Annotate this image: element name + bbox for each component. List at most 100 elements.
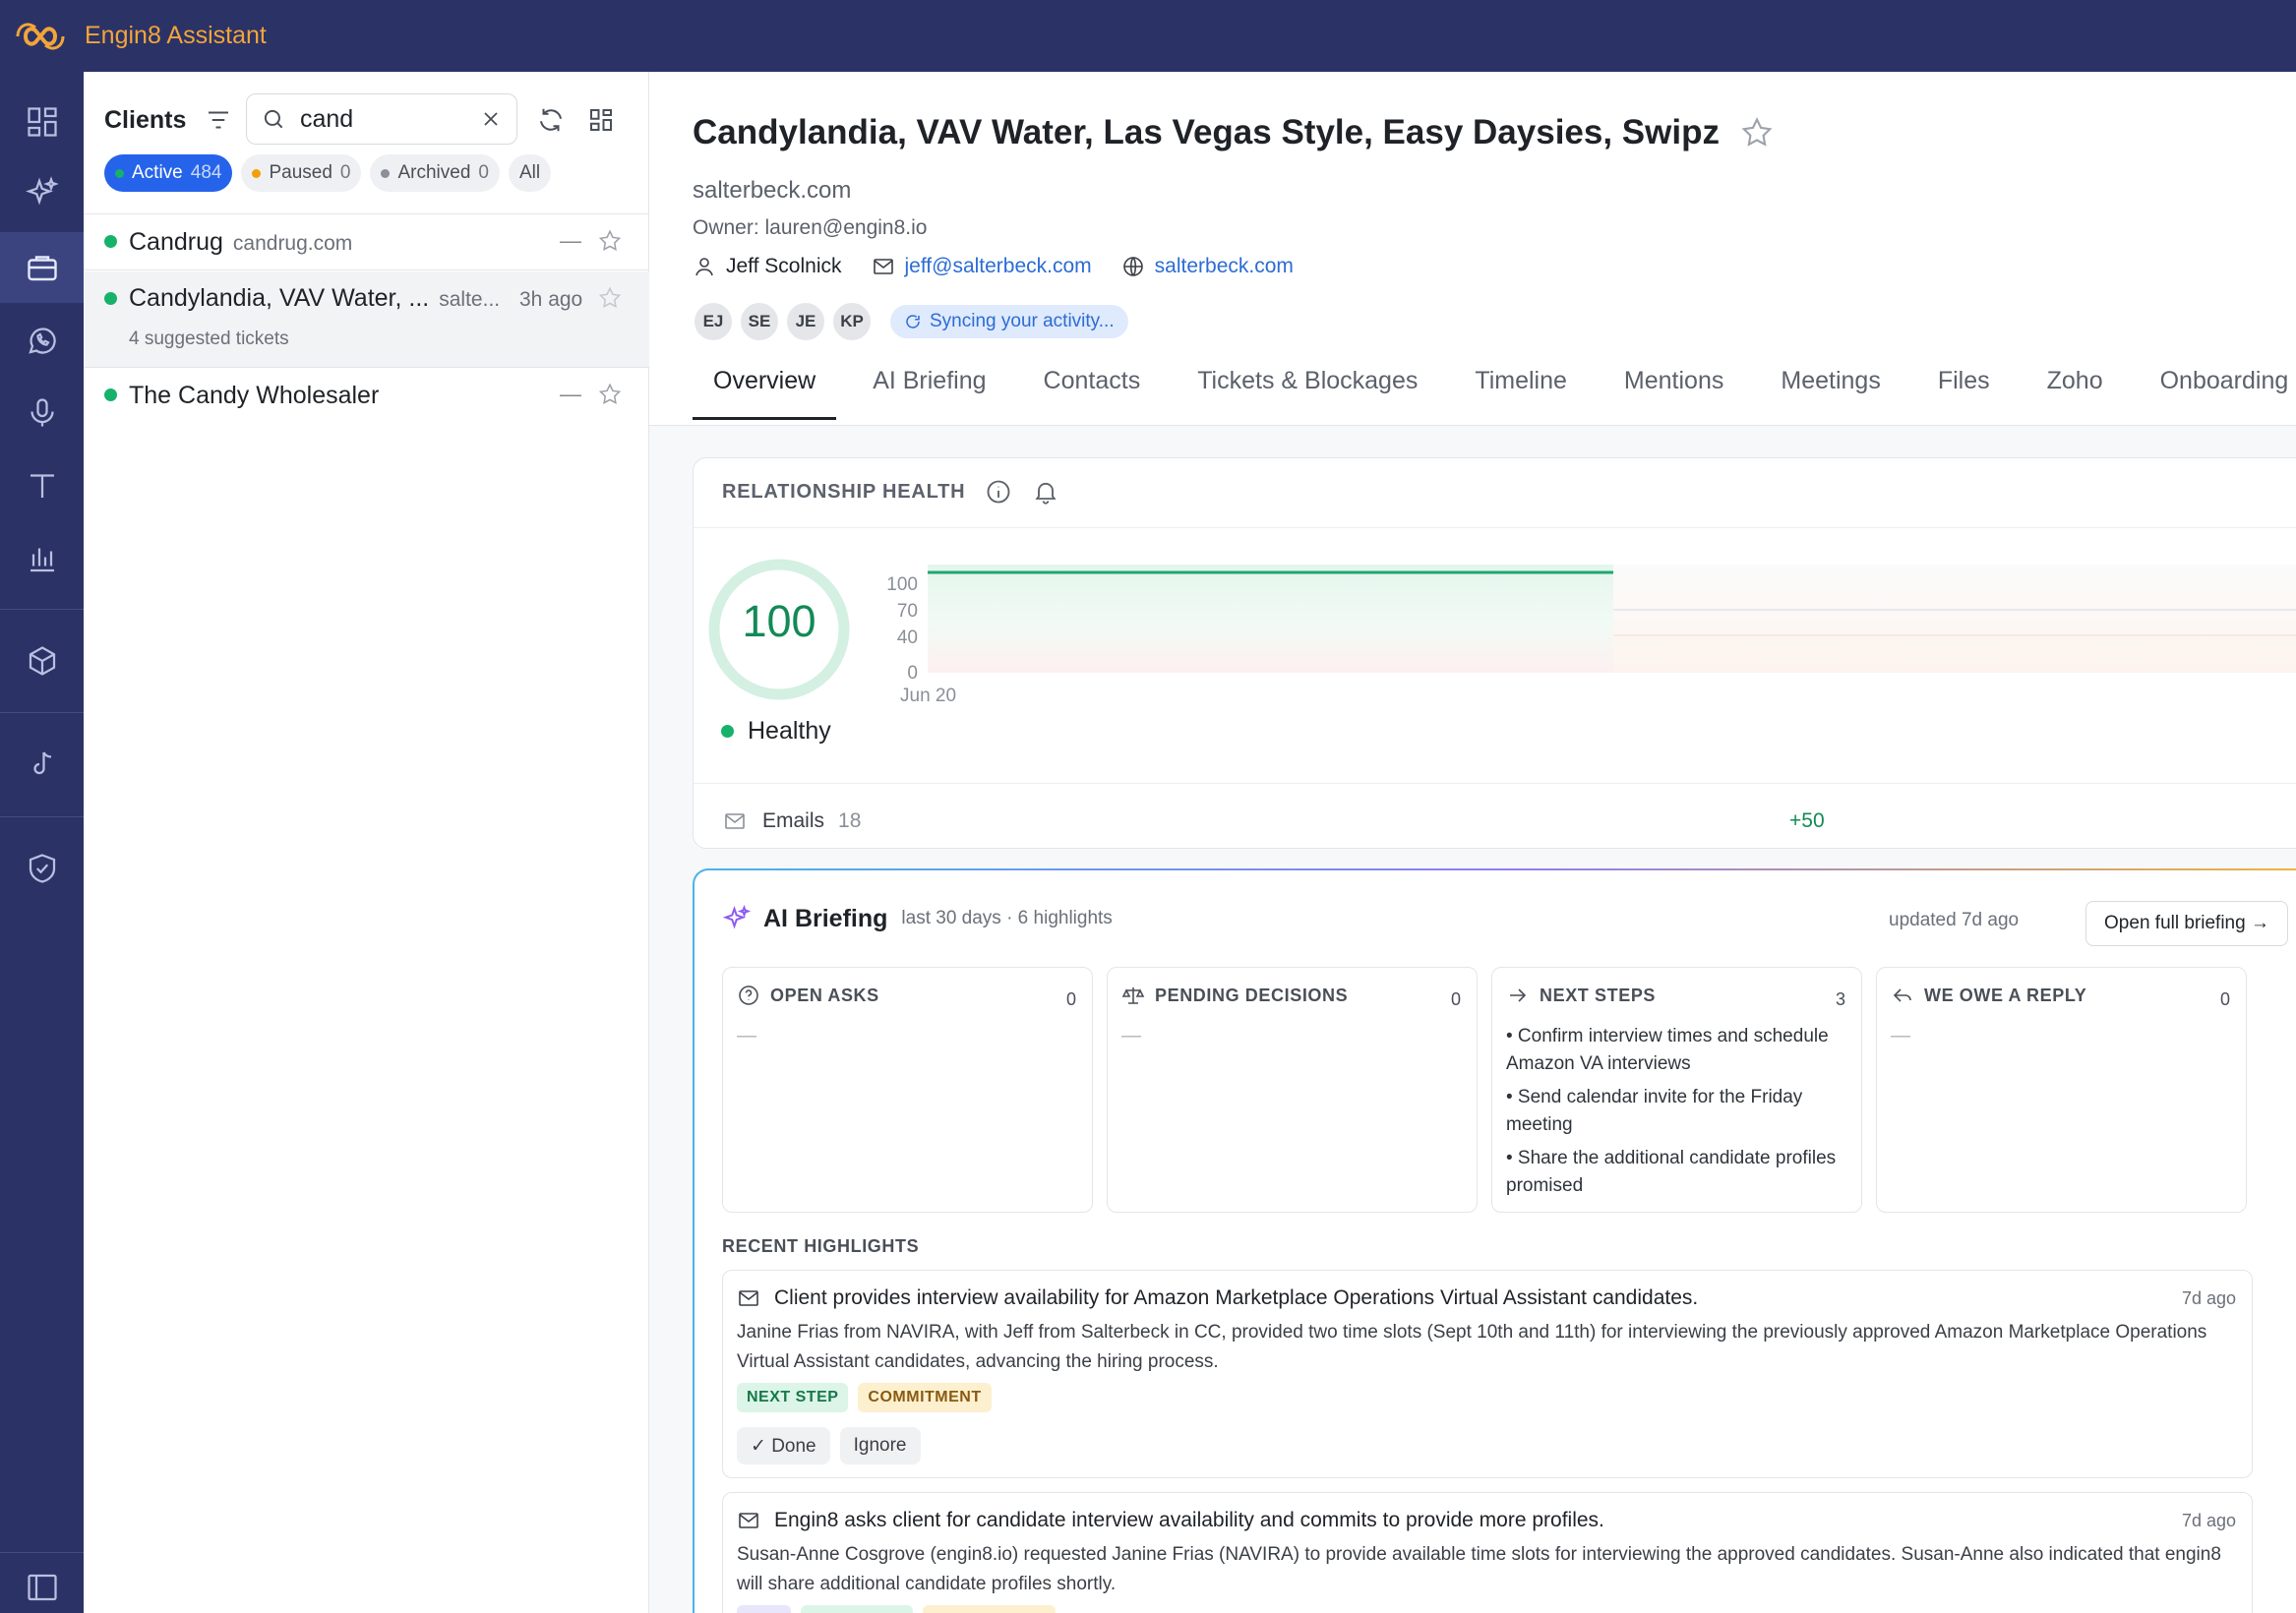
filter-chip-paused[interactable]: Paused 0	[241, 154, 362, 192]
cube-icon[interactable]	[0, 626, 84, 696]
tag-commitment: COMMITMENT	[922, 1605, 1056, 1613]
next-steps-list: • Confirm interview times and schedule A…	[1506, 1023, 1850, 1206]
dashboard-icon[interactable]	[0, 87, 84, 157]
status-dot	[104, 388, 117, 401]
filter-chip-active[interactable]: Active 484	[104, 154, 233, 192]
client-row-candy-wholesaler[interactable]: The Candy Wholesaler —	[84, 369, 649, 426]
ignore-button[interactable]: Ignore	[839, 1427, 921, 1464]
filter-chip-archived[interactable]: Archived 0	[370, 154, 500, 192]
chip-label: Paused	[269, 162, 332, 183]
chip-count: 0	[478, 162, 489, 183]
status-dot	[381, 168, 391, 178]
client-name: Candrug candrug.com	[129, 228, 353, 256]
clients-title: Clients	[104, 105, 187, 134]
avatar[interactable]: KP	[831, 301, 873, 342]
client-search-input[interactable]	[300, 104, 479, 134]
next-step-item: • Share the additional candidate profile…	[1506, 1148, 1837, 1196]
briefing-meta: last 30 days · 6 highlights	[901, 908, 1113, 928]
open-full-briefing-button[interactable]: Open full briefing →	[2085, 901, 2288, 946]
text-tool-icon[interactable]	[0, 450, 84, 521]
favorite-star-icon[interactable]	[1739, 115, 1775, 150]
sidebar-toggle-icon[interactable]	[0, 1552, 84, 1613]
emails-count: 18	[838, 809, 862, 832]
briefing-updated: updated 7d ago	[1889, 910, 2020, 930]
search-icon	[264, 109, 283, 129]
shield-check-icon[interactable]	[0, 833, 84, 904]
contact-email[interactable]: jeff@salterbeck.com	[872, 255, 1092, 278]
y-tick-100: 100	[886, 574, 918, 595]
suggested-tickets: 4 suggested tickets	[129, 329, 289, 349]
pending-decisions-count: 0	[1450, 989, 1461, 1009]
tiktok-icon[interactable]	[0, 729, 84, 800]
y-tick-0: 0	[907, 663, 918, 684]
tab-files[interactable]: Files	[1917, 367, 2011, 420]
clients-panel: Clients Active 484 Paused 0 Archived 0	[84, 72, 649, 1613]
primary-contact: Jeff Scolnick jeff@salterbeck.com salter…	[693, 255, 1323, 278]
user-icon	[695, 258, 713, 276]
tab-tickets[interactable]: Tickets & Blockages	[1177, 367, 1438, 420]
empty-placeholder: —	[737, 1025, 756, 1046]
star-icon[interactable]	[597, 382, 623, 407]
mail-icon	[739, 1513, 758, 1528]
star-icon[interactable]	[597, 285, 623, 311]
bar-chart-icon[interactable]	[0, 523, 84, 594]
client-title: Candylandia, VAV Water, Las Vegas Style,…	[693, 113, 1775, 152]
refresh-icon[interactable]	[536, 105, 566, 135]
tab-zoho[interactable]: Zoho	[2026, 367, 2124, 420]
filter-icon[interactable]	[204, 105, 233, 135]
globe-icon	[1122, 257, 1143, 276]
client-header: Candylandia, VAV Water, Las Vegas Style,…	[649, 72, 2296, 426]
avatar[interactable]: SE	[739, 301, 780, 342]
empty-placeholder: —	[1891, 1025, 1910, 1046]
highlight-title: Engin8 asks client for candidate intervi…	[774, 1509, 1604, 1531]
tab-mentions[interactable]: Mentions	[1603, 367, 1744, 420]
tab-meetings[interactable]: Meetings	[1760, 367, 1901, 420]
avatar[interactable]: EJ	[693, 301, 734, 342]
recent-highlights-label: RECENT HIGHLIGHTS	[722, 1236, 920, 1256]
tab-onboarding[interactable]: Onboarding	[2140, 367, 2296, 420]
open-asks-card: OPEN ASKS 0 —	[722, 967, 1093, 1213]
status-dot	[115, 168, 124, 178]
sparkles-icon[interactable]	[0, 157, 84, 228]
highlight-time: 7d ago	[2181, 1288, 2236, 1308]
reply-icon	[1893, 988, 1911, 1002]
done-button[interactable]: ✓ Done	[737, 1427, 830, 1464]
top-bar: Engin8 Assistant	[0, 0, 2296, 72]
client-row-candylandia[interactable]: Candylandia, VAV Water, ... salte... 3h a…	[84, 271, 649, 368]
whatsapp-icon[interactable]	[0, 305, 84, 376]
avatar[interactable]: JE	[785, 301, 826, 342]
highlight-body: Janine Frias from NAVIRA, with Jeff from…	[737, 1322, 2207, 1372]
star-icon[interactable]	[597, 228, 623, 254]
contact-website[interactable]: salterbeck.com	[1121, 255, 1294, 278]
chip-label: Active	[132, 162, 183, 183]
microphone-icon[interactable]	[0, 378, 84, 448]
status-dot	[104, 235, 117, 248]
mail-icon	[873, 259, 893, 274]
health-title: RELATIONSHIP HEALTH	[722, 480, 966, 503]
detail-tabs: Overview AI Briefing Contacts Tickets & …	[693, 367, 2296, 420]
status-dot	[252, 168, 262, 178]
tab-ai-briefing[interactable]: AI Briefing	[852, 367, 1006, 420]
sync-icon	[906, 315, 920, 329]
chip-count: 484	[190, 162, 222, 183]
clear-search-icon[interactable]	[479, 107, 503, 131]
info-icon[interactable]	[985, 478, 1012, 506]
filter-chip-all[interactable]: All	[508, 154, 552, 192]
next-step-item: • Confirm interview times and schedule A…	[1506, 1026, 1829, 1074]
y-tick-40: 40	[897, 627, 918, 648]
tab-contacts[interactable]: Contacts	[1023, 367, 1162, 420]
chip-count: 0	[339, 162, 351, 183]
tab-timeline[interactable]: Timeline	[1454, 367, 1588, 420]
briefcase-icon[interactable]	[0, 232, 84, 303]
bell-icon[interactable]	[1032, 478, 1059, 506]
client-domain: salte...	[439, 288, 501, 311]
empty-placeholder: —	[1121, 1025, 1141, 1046]
tab-overview[interactable]: Overview	[693, 367, 837, 420]
client-domain: candrug.com	[232, 232, 353, 255]
emails-label: Emails	[762, 809, 825, 832]
grid-view-icon[interactable]	[586, 105, 616, 135]
we-owe-a-reply-card: WE OWE A REPLY 0 —	[1876, 967, 2247, 1213]
client-row-candrug[interactable]: Candrug candrug.com —	[84, 213, 649, 270]
status-filter-chips: Active 484 Paused 0 Archived 0 All	[104, 154, 552, 192]
highlight-body: Susan-Anne Cosgrove (engin8.io) requeste…	[737, 1544, 2221, 1594]
